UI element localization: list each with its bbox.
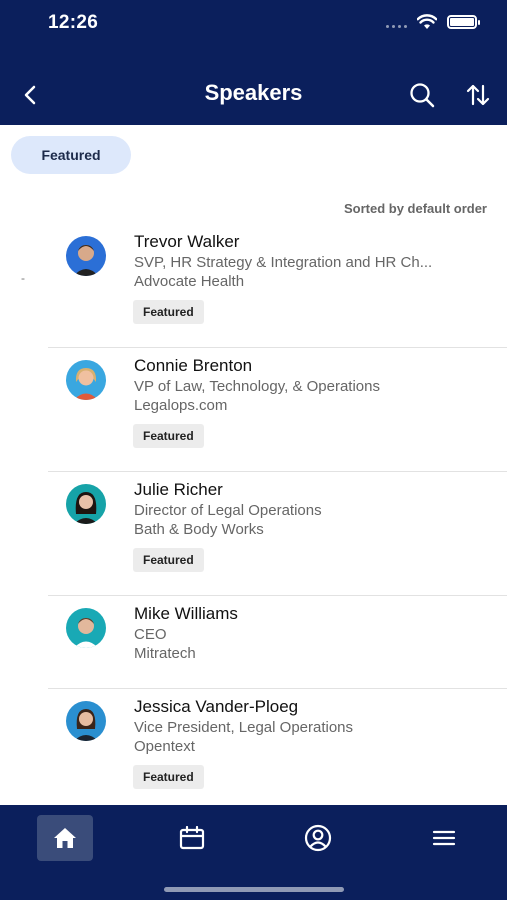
speaker-row[interactable]: Julie Richer Director of Legal Operation… [0, 472, 507, 596]
featured-badge: Featured [133, 424, 204, 448]
speaker-name: Julie Richer [134, 480, 223, 499]
wifi-icon [417, 14, 437, 29]
featured-badge: Featured [133, 765, 204, 789]
speaker-name: Trevor Walker [134, 232, 240, 251]
user-circle-icon [304, 824, 332, 852]
sort-order-note: Sorted by default order [343, 201, 487, 216]
speaker-row[interactable]: Mike Williams CEO Mitratech [0, 596, 507, 689]
cellular-signal-icon [386, 16, 407, 28]
sort-icon [466, 84, 490, 106]
speaker-name: Connie Brenton [134, 356, 253, 375]
top-header: 12:26 Speakers [0, 0, 507, 125]
speaker-company: Legalops.com [134, 397, 228, 414]
home-indicator [164, 887, 344, 892]
speaker-company: Bath & Body Works [134, 521, 264, 538]
speaker-title: SVP, HR Strategy & Integration and HR Ch… [134, 254, 433, 271]
avatar [66, 701, 106, 741]
hamburger-menu-icon [432, 830, 456, 846]
calendar-icon [179, 826, 205, 850]
speaker-row[interactable]: Trevor Walker SVP, HR Strategy & Integra… [0, 224, 507, 348]
status-icons [386, 14, 480, 30]
tab-profile[interactable] [290, 815, 346, 861]
battery-icon [447, 15, 480, 29]
speaker-title: VP of Law, Technology, & Operations [134, 378, 380, 395]
bottom-tab-bar [0, 805, 507, 900]
speaker-company: Opentext [134, 738, 195, 755]
speaker-title: Director of Legal Operations [134, 502, 322, 519]
speaker-title: CEO [134, 626, 167, 643]
speaker-name: Mike Williams [134, 604, 238, 623]
speaker-list: Trevor Walker SVP, HR Strategy & Integra… [0, 224, 507, 813]
search-button[interactable] [406, 80, 438, 110]
featured-badge: Featured [133, 300, 204, 324]
speaker-company: Mitratech [134, 645, 196, 662]
sort-button[interactable] [462, 80, 494, 110]
search-icon [410, 83, 435, 108]
tab-home[interactable] [37, 815, 93, 861]
featured-filter-chip[interactable]: Featured [11, 136, 131, 174]
tab-menu[interactable] [416, 815, 472, 861]
speaker-row[interactable]: Connie Brenton VP of Law, Technology, & … [0, 348, 507, 472]
featured-badge: Featured [133, 548, 204, 572]
home-icon [54, 828, 76, 848]
speaker-company: Advocate Health [134, 273, 245, 290]
avatar [66, 236, 106, 276]
speaker-title: Vice President, Legal Operations [134, 719, 354, 736]
speaker-row[interactable]: Jessica Vander-Ploeg Vice President, Leg… [0, 689, 507, 813]
status-time: 12:26 [48, 12, 99, 33]
avatar [66, 484, 106, 524]
speaker-name: Jessica Vander-Ploeg [134, 697, 299, 716]
avatar [66, 608, 106, 648]
tab-schedule[interactable] [164, 815, 220, 861]
avatar [66, 360, 106, 400]
